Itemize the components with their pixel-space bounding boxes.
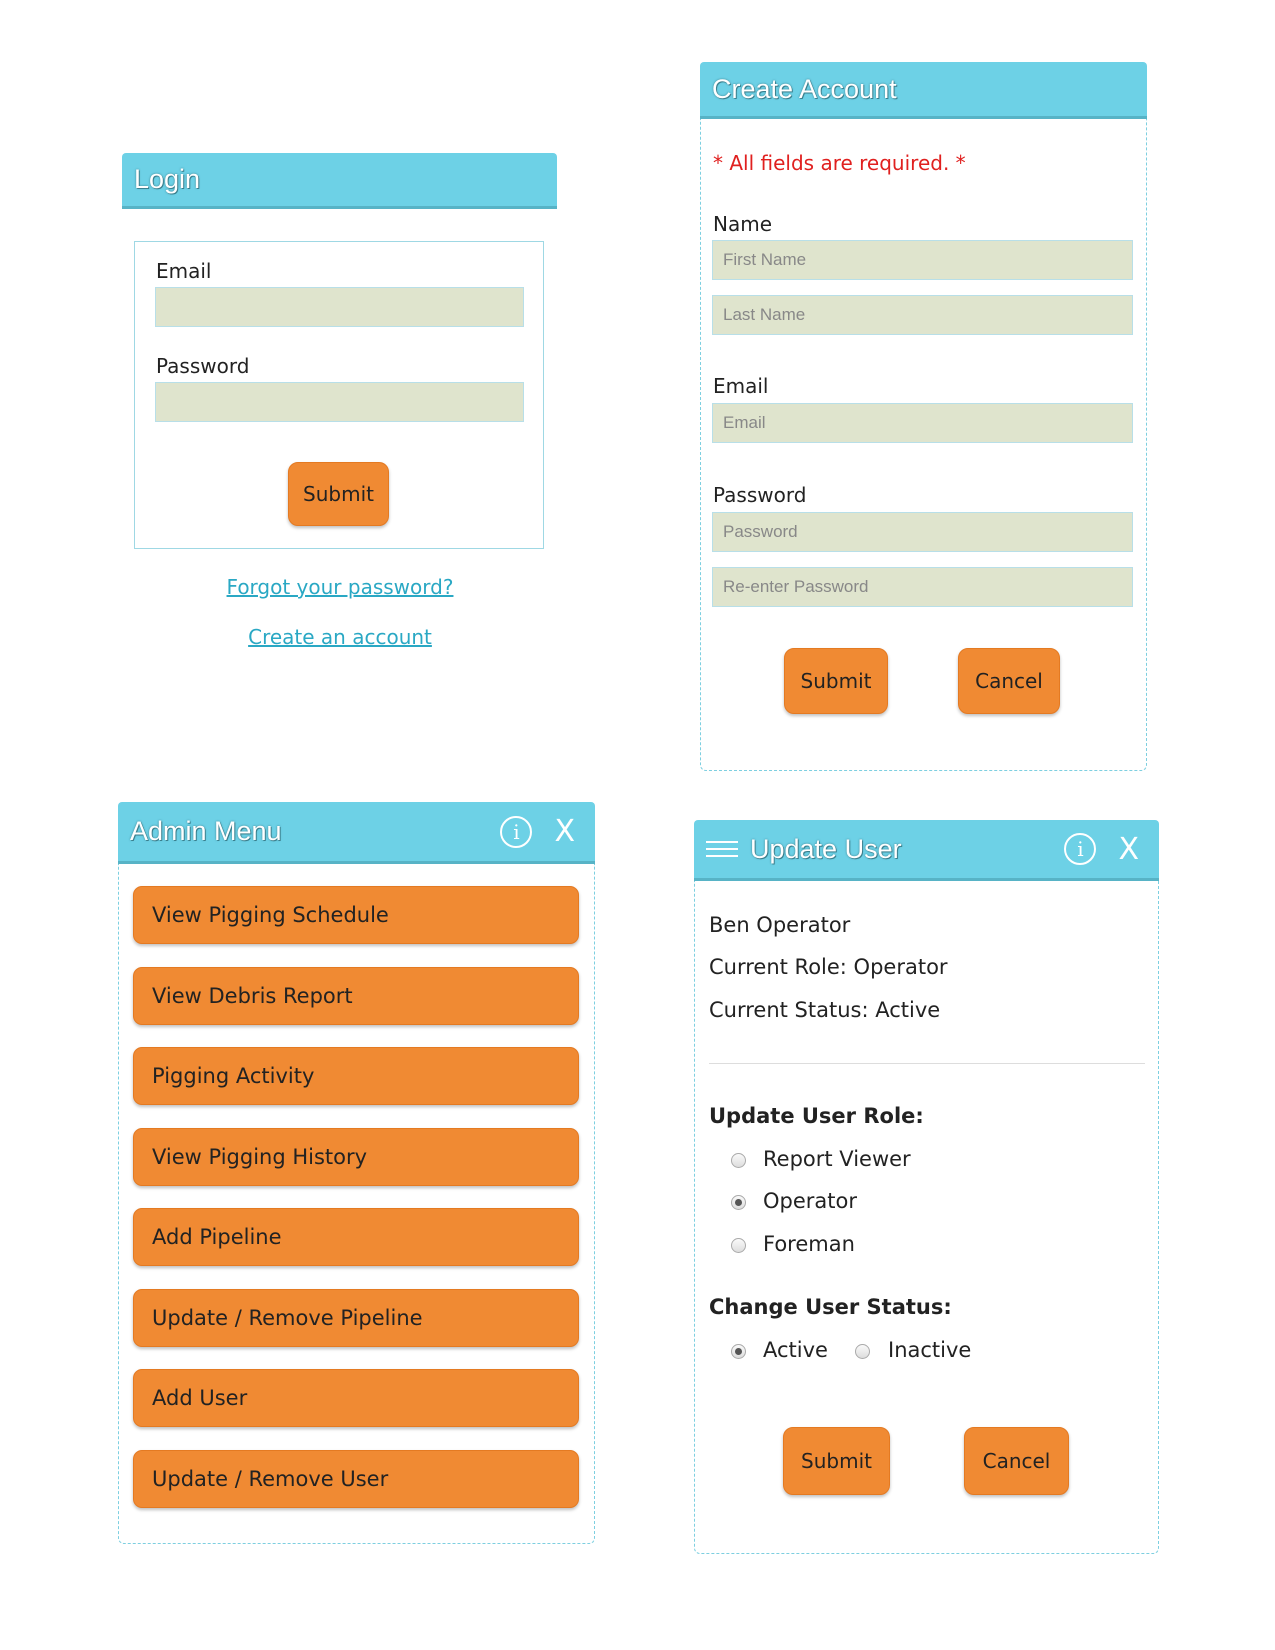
create-password-input[interactable]: Password [712,512,1133,552]
user-name: Ben Operator [709,913,851,937]
create-submit-button[interactable]: Submit [784,648,888,714]
menu-add-user[interactable]: Add User [133,1369,579,1427]
hamburger-menu-icon[interactable] [706,841,738,857]
first-name-input[interactable]: First Name [712,240,1133,280]
status-inactive-radio[interactable] [855,1344,870,1359]
create-email-input[interactable]: Email [712,403,1133,443]
update-close-icon[interactable]: X [1118,832,1139,867]
required-note: * All fields are required. * [713,151,966,175]
reenter-password-placeholder: Re-enter Password [723,577,869,596]
menu-add-pipeline[interactable]: Add Pipeline [133,1208,579,1266]
admin-menu-title: Admin Menu [130,816,282,846]
divider [709,1063,1145,1064]
create-password-placeholder: Password [723,522,798,541]
update-user-title: Update User [750,833,902,864]
role-foreman-radio[interactable] [731,1238,746,1253]
status-heading: Change User Status: [709,1295,952,1319]
create-email-label: Email [713,374,769,398]
last-name-placeholder: Last Name [723,305,806,324]
create-cancel-button[interactable]: Cancel [958,648,1060,714]
current-status: Current Status: Active [709,998,941,1022]
update-submit-button[interactable]: Submit [783,1427,890,1495]
login-title: Login [134,164,201,194]
admin-menu-panel [118,864,595,1544]
create-account-title: Create Account [712,73,897,104]
admin-close-icon[interactable]: X [554,814,575,849]
menu-update-remove-user[interactable]: Update / Remove User [133,1450,579,1508]
create-password-label: Password [713,483,807,507]
login-password-label: Password [156,354,250,378]
role-report-viewer-label: Report Viewer [763,1147,911,1171]
name-label: Name [713,212,773,236]
current-role: Current Role: Operator [709,955,948,979]
status-active-radio[interactable] [731,1344,746,1359]
forgot-password-link[interactable]: Forgot your password? [190,575,490,599]
create-account-link[interactable]: Create an account [190,625,490,649]
status-inactive-label: Inactive [888,1338,972,1362]
menu-view-pigging-schedule[interactable]: View Pigging Schedule [133,886,579,944]
login-email-input[interactable] [155,287,524,327]
first-name-placeholder: First Name [723,250,807,269]
create-email-placeholder: Email [723,413,766,432]
menu-pigging-activity[interactable]: Pigging Activity [133,1047,579,1105]
role-operator-radio[interactable] [731,1195,746,1210]
menu-view-debris-report[interactable]: View Debris Report [133,967,579,1025]
update-user-panel [694,881,1159,1554]
menu-update-remove-pipeline[interactable]: Update / Remove Pipeline [133,1289,579,1347]
last-name-input[interactable]: Last Name [712,295,1133,335]
create-account-header: Create Account [700,62,1147,119]
login-header: Login [122,153,557,209]
role-operator-label: Operator [763,1189,857,1213]
menu-view-pigging-history[interactable]: View Pigging History [133,1128,579,1186]
admin-info-icon[interactable]: i [500,815,533,848]
login-email-label: Email [156,259,212,283]
update-user-header: Update User i X [694,820,1159,881]
login-password-input[interactable] [155,382,524,422]
admin-menu-header: Admin Menu i X [118,802,595,864]
role-foreman-label: Foreman [763,1232,855,1256]
update-cancel-button[interactable]: Cancel [964,1427,1069,1495]
update-info-icon[interactable]: i [1064,833,1097,865]
status-active-label: Active [763,1338,828,1362]
reenter-password-input[interactable]: Re-enter Password [712,567,1133,607]
login-submit-button[interactable]: Submit [288,462,389,526]
role-heading: Update User Role: [709,1104,924,1128]
role-report-viewer-radio[interactable] [731,1153,746,1168]
